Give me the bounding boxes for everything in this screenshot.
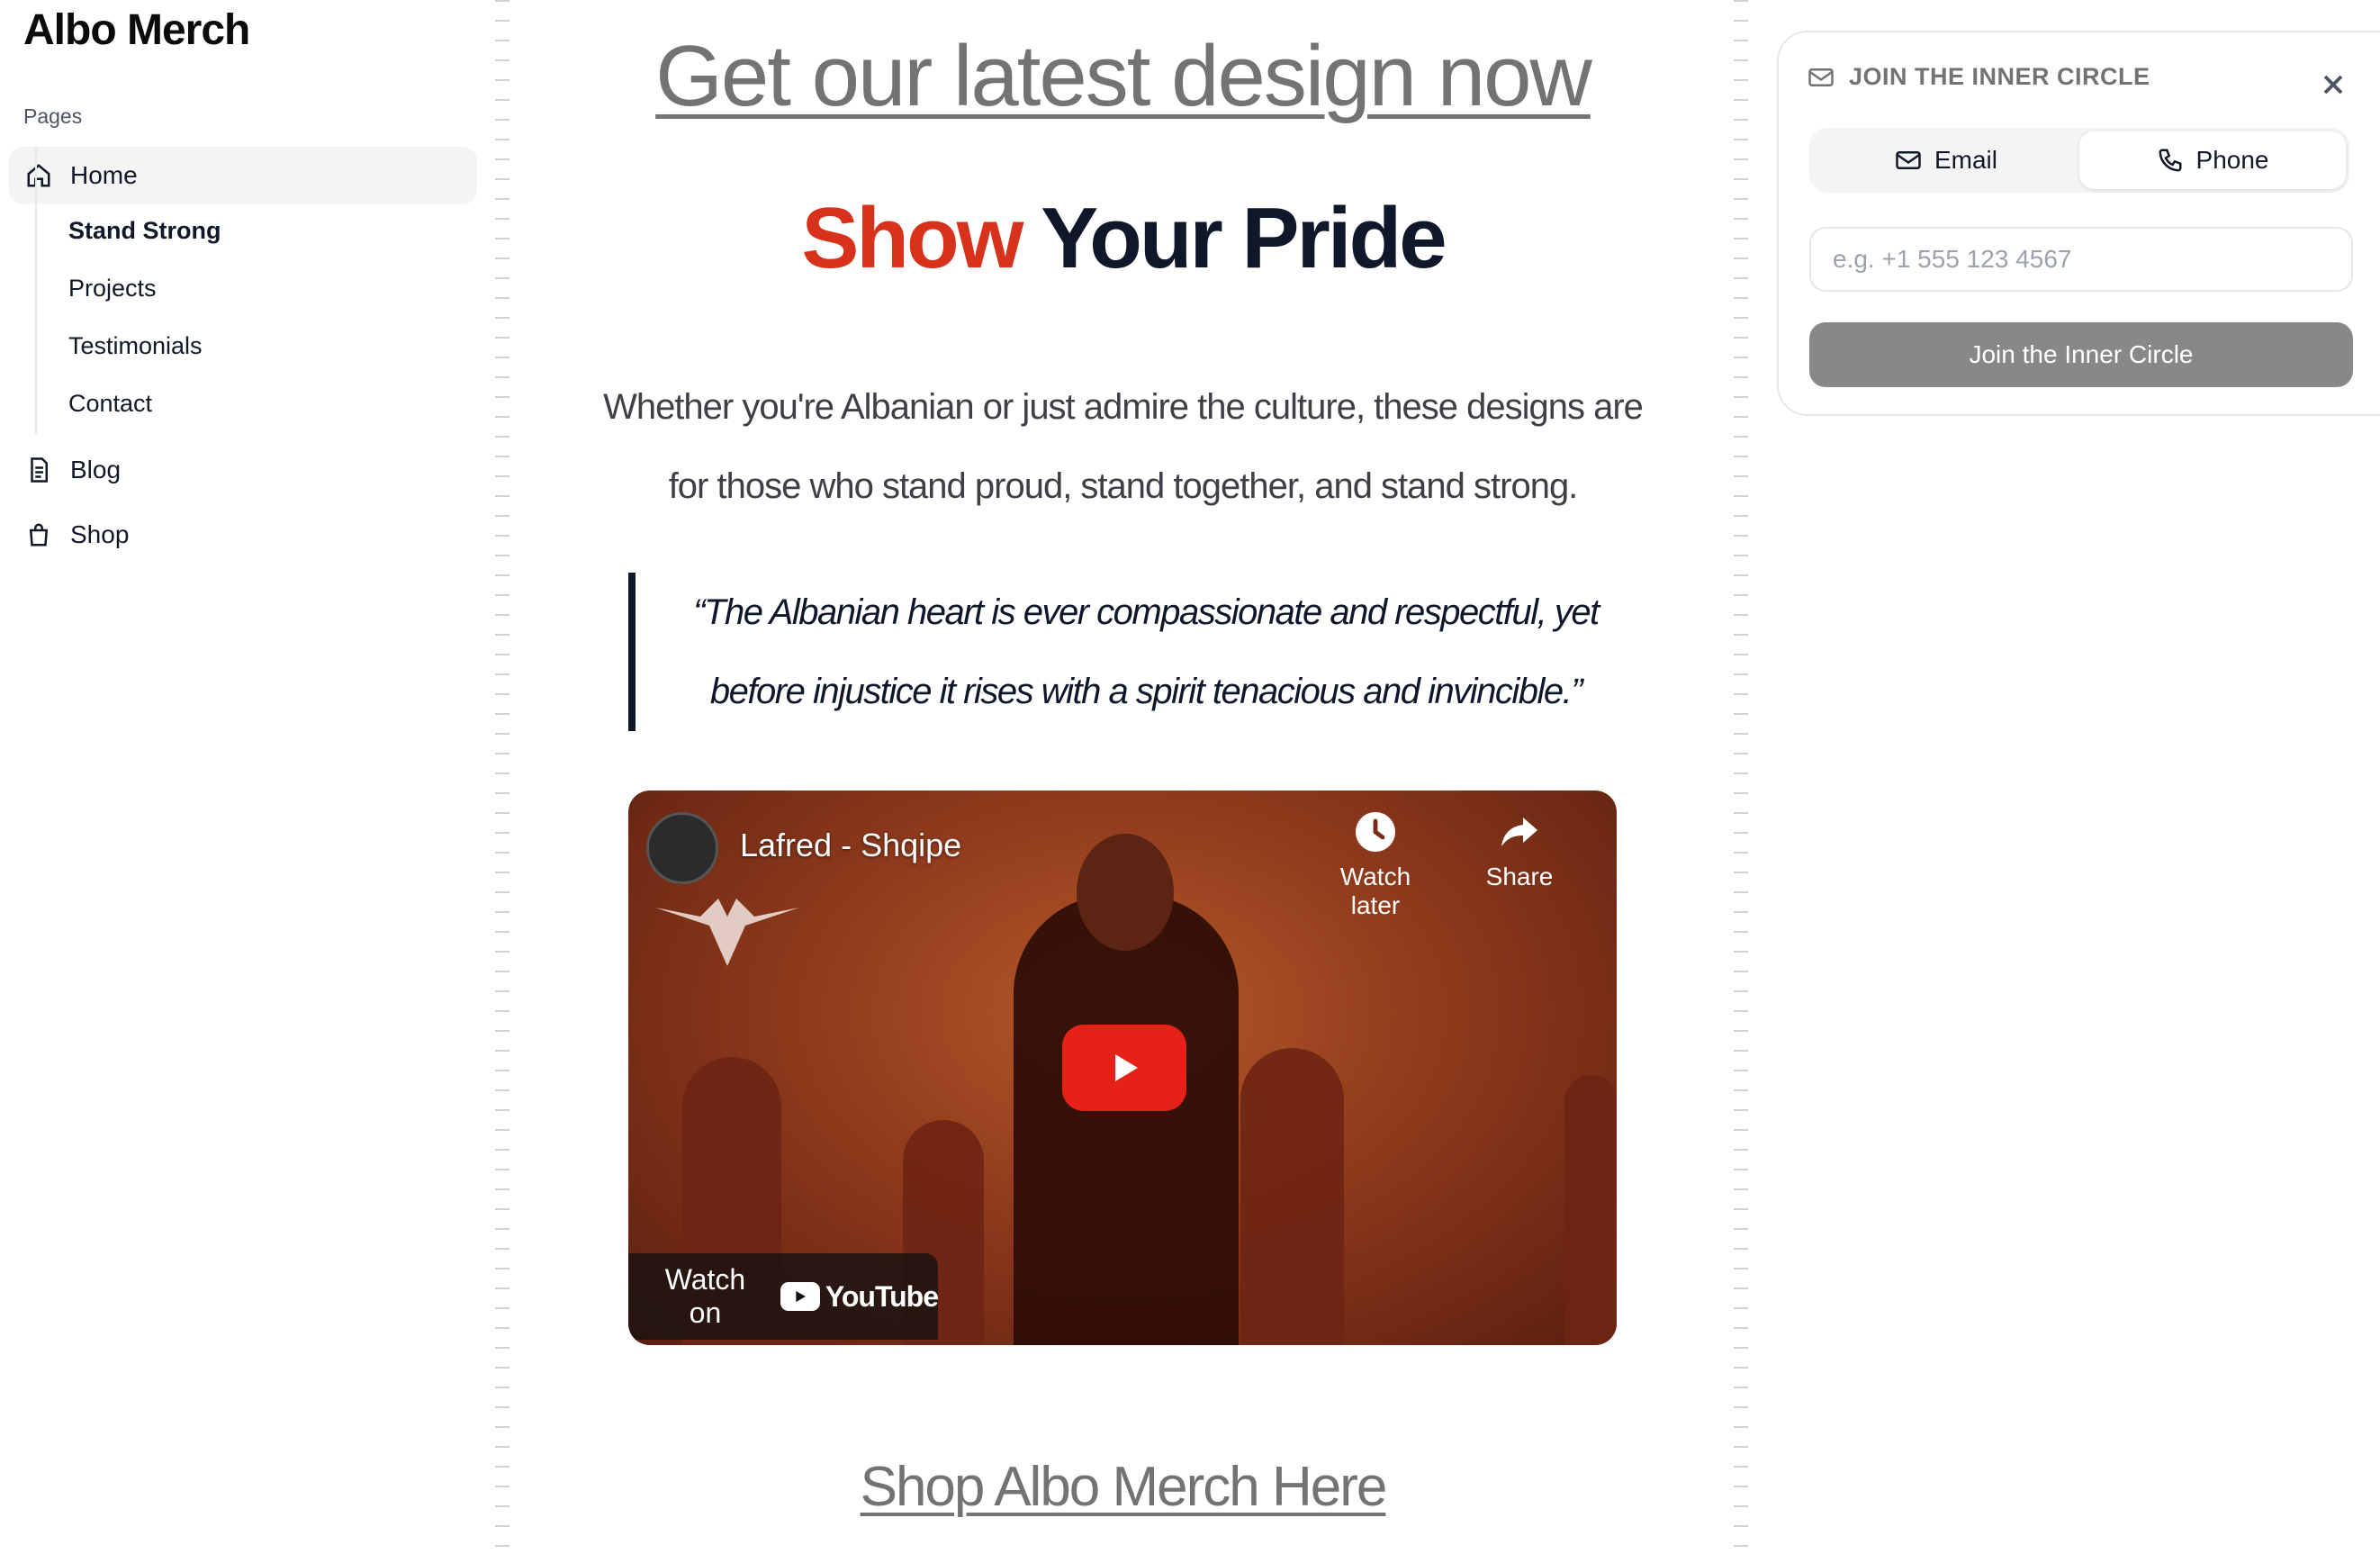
play-icon	[1115, 1054, 1138, 1081]
tab-phone-label: Phone	[2195, 146, 2269, 174]
hero-accent: Show	[801, 190, 1023, 286]
sidebar-subitem-contact[interactable]: Contact	[68, 390, 152, 418]
share-arrow-icon	[1501, 818, 1537, 846]
video-thumbnail-figure	[1077, 834, 1174, 951]
left-divider	[495, 0, 509, 1554]
sidebar-item-label: Blog	[70, 456, 122, 483]
hero-heading: Show Your Pride	[522, 189, 1724, 288]
eagle-emblem-icon	[655, 899, 799, 966]
watch-later-label: Watch later	[1339, 863, 1411, 919]
subnav-rail	[35, 148, 37, 434]
share-label: Share	[1485, 863, 1554, 890]
sidebar: Albo Merch Pages Home Stand Strong Proje…	[0, 0, 491, 1554]
tab-email[interactable]: Email	[1813, 131, 2079, 189]
shop-albo-merch-link[interactable]: Shop Albo Merch Here	[522, 1455, 1724, 1519]
youtube-play-icon	[780, 1282, 820, 1311]
watch-on-label: Watch on	[664, 1263, 746, 1329]
sidebar-item-shop[interactable]: Shop	[9, 506, 477, 564]
youtube-wordmark: YouTube	[825, 1279, 939, 1313]
right-divider	[1734, 0, 1748, 1554]
video-thumbnail-figure	[1564, 1075, 1617, 1345]
inner-circle-panel: JOIN THE INNER CIRCLE Email Phone Join t…	[1777, 31, 2380, 416]
sidebar-subitem-projects[interactable]: Projects	[68, 275, 157, 303]
sidebar-item-label: Home	[70, 161, 138, 189]
pages-section-label: Pages	[23, 104, 83, 128]
latest-design-link[interactable]: Get our latest design now	[522, 27, 1724, 126]
panel-title: JOIN THE INNER CIRCLE	[1849, 63, 2150, 90]
brand-title[interactable]: Albo Merch	[23, 5, 250, 55]
channel-avatar[interactable]	[646, 812, 718, 884]
hero-rest: Your Pride	[1041, 190, 1447, 286]
tab-email-label: Email	[1934, 146, 1997, 174]
mail-icon	[1808, 68, 1834, 86]
video-title[interactable]: Lafred - Shqipe	[740, 827, 961, 864]
watch-later-button[interactable]: Watch later	[1312, 810, 1438, 920]
sidebar-item-home[interactable]: Home	[9, 147, 477, 204]
sidebar-item-label: Shop	[70, 520, 130, 548]
phone-icon	[2159, 149, 2182, 172]
main-content: Get our latest design now Show Your Prid…	[522, 0, 1724, 1554]
phone-input[interactable]	[1809, 227, 2353, 292]
tab-phone[interactable]: Phone	[2079, 131, 2346, 189]
clock-icon	[1356, 812, 1395, 852]
close-icon	[2323, 75, 2343, 95]
join-inner-circle-button[interactable]: Join the Inner Circle	[1809, 322, 2353, 387]
play-button[interactable]	[1062, 1025, 1186, 1111]
sidebar-subitem-stand-strong[interactable]: Stand Strong	[68, 217, 221, 245]
youtube-logo: YouTube	[780, 1279, 939, 1314]
watch-on-youtube-button[interactable]: Watch on YouTube	[628, 1253, 939, 1340]
quote-text: “The Albanian heart is ever compassionat…	[693, 592, 1600, 711]
share-button[interactable]: Share	[1456, 810, 1582, 891]
home-icon	[27, 164, 50, 187]
sidebar-subitem-testimonials[interactable]: Testimonials	[68, 332, 203, 360]
quote-block: “The Albanian heart is ever compassionat…	[628, 573, 1620, 731]
sidebar-item-blog[interactable]: Blog	[9, 441, 477, 499]
mail-icon	[1896, 151, 1921, 169]
shopping-bag-icon	[29, 523, 49, 547]
intro-paragraph: Whether you're Albanian or just admire t…	[603, 387, 1644, 506]
panel-header: JOIN THE INNER CIRCLE	[1808, 63, 2150, 91]
video-thumbnail-figure	[1240, 1048, 1344, 1345]
close-button[interactable]	[2317, 68, 2349, 101]
contact-method-toggle: Email Phone	[1809, 128, 2349, 193]
document-icon	[31, 457, 48, 483]
video-thumbnail-figure	[1014, 895, 1239, 1345]
youtube-video-embed[interactable]: Lafred - Shqipe Watch later Share Watch …	[628, 791, 1617, 1345]
